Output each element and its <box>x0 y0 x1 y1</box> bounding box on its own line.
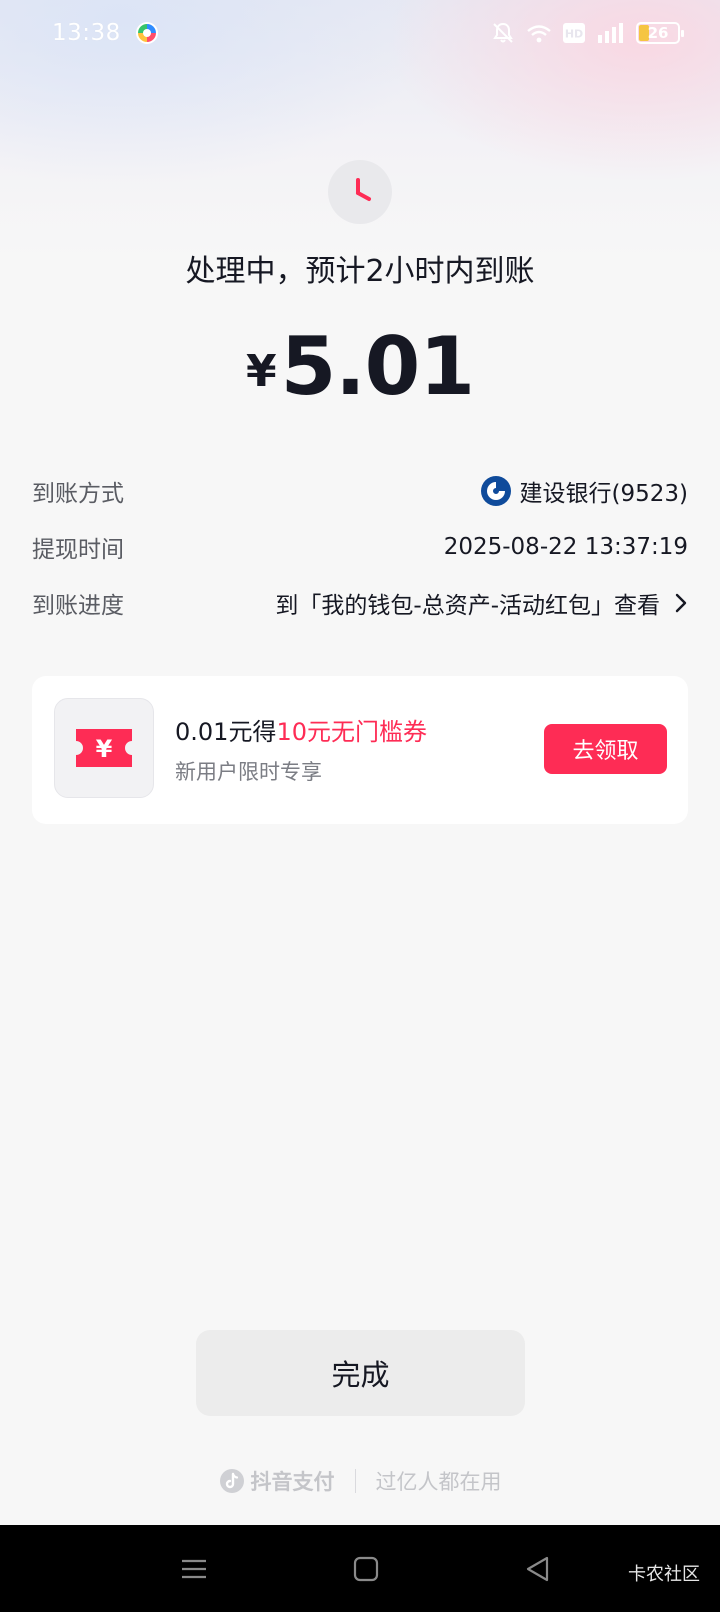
bank-account: 建设银行(9523) <box>519 481 688 507</box>
clock-icon <box>328 160 392 224</box>
promo-title-prefix: 0.01元得 <box>175 718 277 746</box>
claim-coupon-button[interactable]: 去领取 <box>544 724 667 774</box>
promo-subtitle: 新用户限时专享 <box>175 760 322 784</box>
withdraw-time: 2025-08-22 13:37:19 <box>443 534 688 560</box>
brand-name: 抖音支付 <box>250 1470 335 1494</box>
detail-label: 到账方式 <box>32 481 124 507</box>
back-icon[interactable] <box>522 1553 554 1585</box>
status-bar: 13:38 HD 26 <box>0 0 720 66</box>
amount-value: 5.01 <box>280 320 475 413</box>
done-button[interactable]: 完成 <box>196 1330 525 1416</box>
footer-slogan: 过亿人都在用 <box>375 1470 502 1494</box>
detail-label: 提现时间 <box>32 537 124 563</box>
ccb-bank-icon <box>480 476 511 506</box>
system-navigation-bar <box>0 1525 720 1612</box>
coupon-promo-card: ¥ 0.01元得10元无门槛券 新用户限时专享 去领取 <box>32 676 688 824</box>
svg-text:¥: ¥ <box>96 735 113 763</box>
mute-icon <box>493 22 513 43</box>
douyin-pay-icon <box>219 1469 244 1493</box>
menu-icon[interactable] <box>178 1553 210 1585</box>
brand: 抖音支付 <box>219 1466 335 1496</box>
battery-indicator: 26 <box>636 22 684 44</box>
coupon-icon: ¥ <box>54 698 154 798</box>
wifi-icon <box>527 25 551 43</box>
currency-symbol: ¥ <box>245 346 277 397</box>
svg-text:HD: HD <box>565 28 583 41</box>
detail-row-method: 到账方式 建设银行(9523) <box>32 474 688 508</box>
footer-divider <box>354 1469 356 1493</box>
hd-icon: HD <box>563 23 585 43</box>
battery-level: 26 <box>647 24 669 42</box>
chevron-right-icon <box>675 593 687 613</box>
detail-row-time: 提现时间 2025-08-22 13:37:19 <box>32 530 688 564</box>
promo-title: 0.01元得10元无门槛券 <box>175 712 427 747</box>
signal-icon <box>598 23 623 43</box>
status-icons: HD 26 <box>490 20 684 46</box>
detail-value: 建设银行(9523) <box>480 474 688 508</box>
footer: 抖音支付 过亿人都在用 <box>0 1466 720 1496</box>
progress-text: 到「我的钱包-总资产-活动红包」查看 <box>275 593 660 619</box>
withdraw-amount: ¥5.01 <box>0 320 720 413</box>
status-headline: 处理中，预计2小时内到账 <box>185 254 535 289</box>
status-time: 13:38 <box>52 20 121 46</box>
watermark: 卡农社区 <box>628 1564 700 1585</box>
app-notification-icon <box>135 22 158 44</box>
detail-row-progress[interactable]: 到账进度 到「我的钱包-总资产-活动红包」查看 <box>32 586 688 620</box>
progress-link[interactable]: 到「我的钱包-总资产-活动红包」查看 <box>275 586 688 620</box>
detail-label: 到账进度 <box>32 593 124 619</box>
promo-title-highlight: 10元无门槛券 <box>276 718 427 746</box>
home-icon[interactable] <box>350 1553 382 1585</box>
